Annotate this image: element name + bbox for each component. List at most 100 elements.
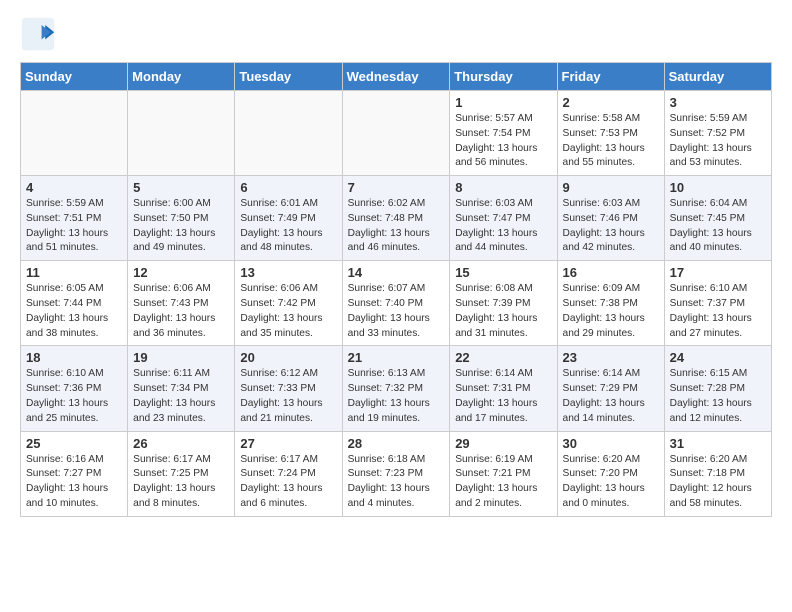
column-header-thursday: Thursday: [450, 63, 557, 91]
day-info: Sunrise: 5:58 AM Sunset: 7:53 PM Dayligh…: [563, 112, 659, 171]
day-info: Sunrise: 6:06 AM Sunset: 7:42 PM Dayligh…: [240, 282, 336, 341]
day-number: 3: [670, 95, 766, 110]
calendar-cell: 9 Sunrise: 6:03 AM Sunset: 7:46 PM Daylig…: [557, 176, 664, 261]
day-number: 27: [240, 436, 336, 451]
day-info: Sunrise: 5:57 AM Sunset: 7:54 PM Dayligh…: [455, 112, 551, 171]
day-info: Sunrise: 6:14 AM Sunset: 7:31 PM Dayligh…: [455, 367, 551, 426]
calendar-cell: 28 Sunrise: 6:18 AM Sunset: 7:23 PM Dayli…: [342, 431, 450, 516]
day-info: Sunrise: 6:18 AM Sunset: 7:23 PM Dayligh…: [348, 453, 445, 512]
calendar-cell: 5 Sunrise: 6:00 AM Sunset: 7:50 PM Daylig…: [128, 176, 235, 261]
day-number: 15: [455, 265, 551, 280]
column-header-friday: Friday: [557, 63, 664, 91]
calendar-cell: [342, 91, 450, 176]
day-info: Sunrise: 6:17 AM Sunset: 7:24 PM Dayligh…: [240, 453, 336, 512]
day-info: Sunrise: 6:16 AM Sunset: 7:27 PM Dayligh…: [26, 453, 122, 512]
calendar-cell: 22 Sunrise: 6:14 AM Sunset: 7:31 PM Dayli…: [450, 346, 557, 431]
column-header-sunday: Sunday: [21, 63, 128, 91]
day-number: 10: [670, 180, 766, 195]
day-info: Sunrise: 6:20 AM Sunset: 7:18 PM Dayligh…: [670, 453, 766, 512]
day-info: Sunrise: 6:02 AM Sunset: 7:48 PM Dayligh…: [348, 197, 445, 256]
day-number: 24: [670, 350, 766, 365]
calendar-cell: 30 Sunrise: 6:20 AM Sunset: 7:20 PM Dayli…: [557, 431, 664, 516]
calendar-cell: 2 Sunrise: 5:58 AM Sunset: 7:53 PM Daylig…: [557, 91, 664, 176]
calendar-week-row: 1 Sunrise: 5:57 AM Sunset: 7:54 PM Daylig…: [21, 91, 772, 176]
calendar-cell: 31 Sunrise: 6:20 AM Sunset: 7:18 PM Dayli…: [664, 431, 771, 516]
day-info: Sunrise: 5:59 AM Sunset: 7:52 PM Dayligh…: [670, 112, 766, 171]
calendar-week-row: 4Sunrise: 5:59 AM Sunset: 7:51 PM Daylig…: [21, 176, 772, 261]
day-info: Sunrise: 6:11 AM Sunset: 7:34 PM Dayligh…: [133, 367, 229, 426]
calendar-week-row: 11 Sunrise: 6:05 AM Sunset: 7:44 PM Dayli…: [21, 261, 772, 346]
day-number: 19: [133, 350, 229, 365]
calendar-cell: 6 Sunrise: 6:01 AM Sunset: 7:49 PM Daylig…: [235, 176, 342, 261]
day-number: 20: [240, 350, 336, 365]
day-number: 29: [455, 436, 551, 451]
day-number: 30: [563, 436, 659, 451]
day-number: 11: [26, 265, 122, 280]
day-info: Sunrise: 6:04 AM Sunset: 7:45 PM Dayligh…: [670, 197, 766, 256]
calendar-cell: 7Sunrise: 6:02 AM Sunset: 7:48 PM Daylig…: [342, 176, 450, 261]
calendar-week-row: 18 Sunrise: 6:10 AM Sunset: 7:36 PM Dayli…: [21, 346, 772, 431]
logo: [20, 16, 60, 52]
day-number: 4: [26, 180, 122, 195]
day-number: 28: [348, 436, 445, 451]
column-header-tuesday: Tuesday: [235, 63, 342, 91]
day-info: Sunrise: 6:07 AM Sunset: 7:40 PM Dayligh…: [348, 282, 445, 341]
day-number: 5: [133, 180, 229, 195]
day-number: 16: [563, 265, 659, 280]
calendar-table: SundayMondayTuesdayWednesdayThursdayFrid…: [20, 62, 772, 517]
day-number: 12: [133, 265, 229, 280]
calendar-cell: 29 Sunrise: 6:19 AM Sunset: 7:21 PM Dayli…: [450, 431, 557, 516]
day-number: 14: [348, 265, 445, 280]
calendar-cell: 8Sunrise: 6:03 AM Sunset: 7:47 PM Daylig…: [450, 176, 557, 261]
calendar-cell: 20 Sunrise: 6:12 AM Sunset: 7:33 PM Dayli…: [235, 346, 342, 431]
column-header-monday: Monday: [128, 63, 235, 91]
day-info: Sunrise: 6:10 AM Sunset: 7:36 PM Dayligh…: [26, 367, 122, 426]
calendar-cell: [128, 91, 235, 176]
calendar-cell: 21Sunrise: 6:13 AM Sunset: 7:32 PM Dayli…: [342, 346, 450, 431]
calendar-cell: [21, 91, 128, 176]
day-number: 22: [455, 350, 551, 365]
day-number: 17: [670, 265, 766, 280]
day-info: Sunrise: 6:14 AM Sunset: 7:29 PM Dayligh…: [563, 367, 659, 426]
calendar-cell: 24 Sunrise: 6:15 AM Sunset: 7:28 PM Dayli…: [664, 346, 771, 431]
calendar-cell: 16 Sunrise: 6:09 AM Sunset: 7:38 PM Dayli…: [557, 261, 664, 346]
day-number: 1: [455, 95, 551, 110]
day-info: Sunrise: 6:03 AM Sunset: 7:46 PM Dayligh…: [563, 197, 659, 256]
day-info: Sunrise: 6:03 AM Sunset: 7:47 PM Dayligh…: [455, 197, 551, 256]
day-number: 23: [563, 350, 659, 365]
column-header-saturday: Saturday: [664, 63, 771, 91]
logo-icon: [20, 16, 56, 52]
calendar-cell: 3 Sunrise: 5:59 AM Sunset: 7:52 PM Daylig…: [664, 91, 771, 176]
calendar-cell: 11 Sunrise: 6:05 AM Sunset: 7:44 PM Dayli…: [21, 261, 128, 346]
column-header-wednesday: Wednesday: [342, 63, 450, 91]
calendar-cell: 26Sunrise: 6:17 AM Sunset: 7:25 PM Dayli…: [128, 431, 235, 516]
day-number: 13: [240, 265, 336, 280]
day-info: Sunrise: 6:12 AM Sunset: 7:33 PM Dayligh…: [240, 367, 336, 426]
day-number: 18: [26, 350, 122, 365]
calendar-header-row: SundayMondayTuesdayWednesdayThursdayFrid…: [21, 63, 772, 91]
calendar-cell: 19 Sunrise: 6:11 AM Sunset: 7:34 PM Dayli…: [128, 346, 235, 431]
calendar-cell: 23 Sunrise: 6:14 AM Sunset: 7:29 PM Dayli…: [557, 346, 664, 431]
calendar-cell: 27 Sunrise: 6:17 AM Sunset: 7:24 PM Dayli…: [235, 431, 342, 516]
day-info: Sunrise: 6:05 AM Sunset: 7:44 PM Dayligh…: [26, 282, 122, 341]
day-info: Sunrise: 6:20 AM Sunset: 7:20 PM Dayligh…: [563, 453, 659, 512]
day-info: Sunrise: 6:15 AM Sunset: 7:28 PM Dayligh…: [670, 367, 766, 426]
day-info: Sunrise: 6:17 AM Sunset: 7:25 PM Dayligh…: [133, 453, 229, 512]
day-number: 25: [26, 436, 122, 451]
calendar-cell: 1 Sunrise: 5:57 AM Sunset: 7:54 PM Daylig…: [450, 91, 557, 176]
calendar-cell: 13 Sunrise: 6:06 AM Sunset: 7:42 PM Dayli…: [235, 261, 342, 346]
day-number: 31: [670, 436, 766, 451]
day-number: 9: [563, 180, 659, 195]
day-info: Sunrise: 6:00 AM Sunset: 7:50 PM Dayligh…: [133, 197, 229, 256]
day-number: 6: [240, 180, 336, 195]
day-info: Sunrise: 6:01 AM Sunset: 7:49 PM Dayligh…: [240, 197, 336, 256]
day-info: Sunrise: 6:19 AM Sunset: 7:21 PM Dayligh…: [455, 453, 551, 512]
calendar-cell: 14 Sunrise: 6:07 AM Sunset: 7:40 PM Dayli…: [342, 261, 450, 346]
day-info: Sunrise: 6:09 AM Sunset: 7:38 PM Dayligh…: [563, 282, 659, 341]
calendar-cell: 25 Sunrise: 6:16 AM Sunset: 7:27 PM Dayli…: [21, 431, 128, 516]
calendar-cell: 15Sunrise: 6:08 AM Sunset: 7:39 PM Dayli…: [450, 261, 557, 346]
day-number: 21: [348, 350, 445, 365]
day-number: 2: [563, 95, 659, 110]
calendar-cell: 18 Sunrise: 6:10 AM Sunset: 7:36 PM Dayli…: [21, 346, 128, 431]
day-info: Sunrise: 6:06 AM Sunset: 7:43 PM Dayligh…: [133, 282, 229, 341]
